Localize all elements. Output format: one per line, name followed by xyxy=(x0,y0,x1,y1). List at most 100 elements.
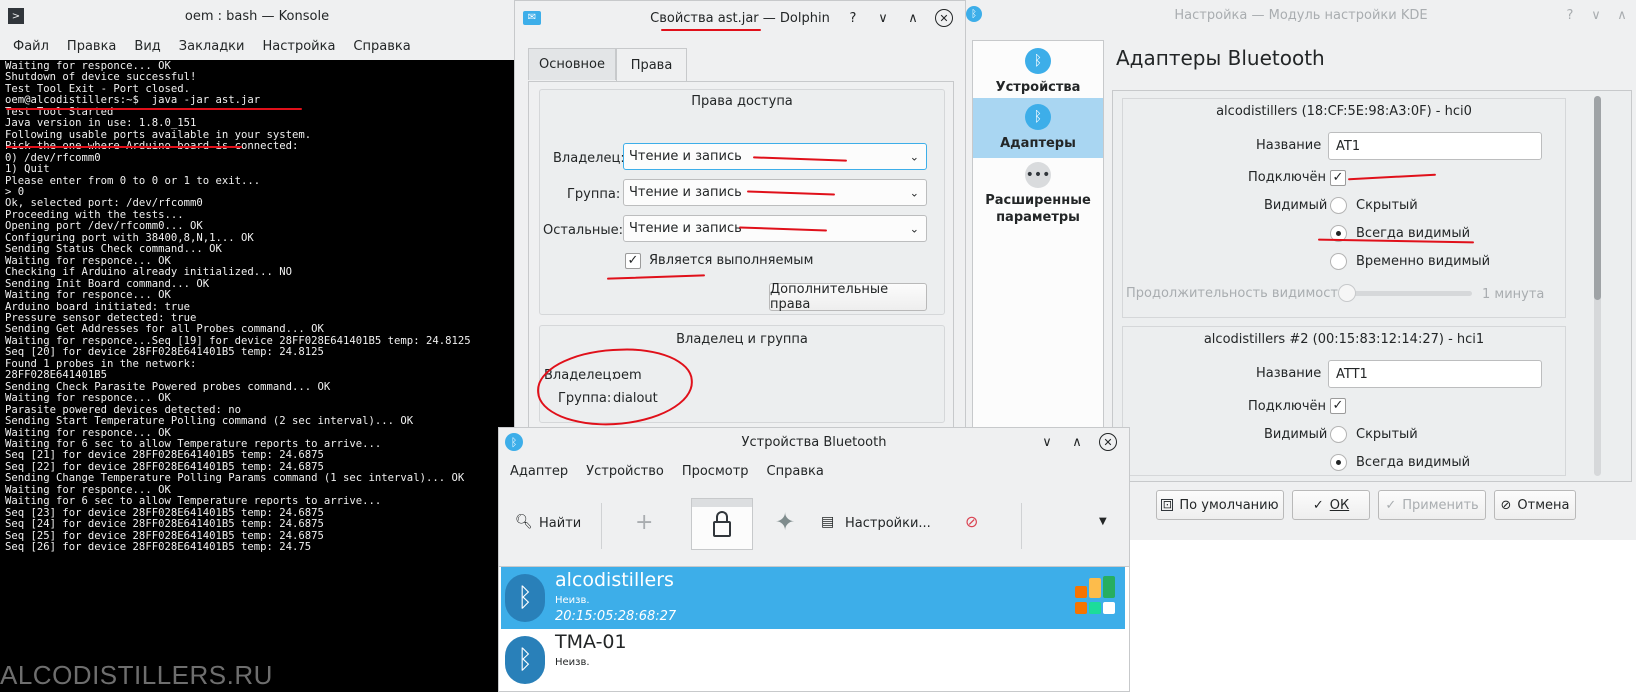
adapter1-opt-temp: Временно видимый xyxy=(1356,254,1491,269)
annotation-underline-title xyxy=(661,29,761,31)
menu-bookmarks[interactable]: Закладки xyxy=(170,39,254,54)
terminal-line: Waiting for responce... OK xyxy=(5,392,171,405)
advanced-permissions-button[interactable]: Дополнительные права xyxy=(769,282,927,312)
lock-window-icon[interactable] xyxy=(691,498,753,550)
executable-label: Является выполняемым xyxy=(649,253,814,268)
tab-general[interactable]: Основное xyxy=(528,48,616,80)
terminal-line: Waiting for responce... OK xyxy=(5,289,171,302)
adapter2-visible-label: Видимый xyxy=(1264,427,1328,442)
adapter2-radio-hidden[interactable] xyxy=(1330,426,1347,443)
adapter1-visible-label: Видимый xyxy=(1264,198,1328,213)
annotation-underline-cmd xyxy=(6,108,302,110)
find-button[interactable]: Найти xyxy=(539,516,581,531)
adapter2-opt-hidden: Скрытый xyxy=(1356,427,1418,442)
minimize-icon[interactable]: ∨ xyxy=(875,10,891,26)
bluetooth-app-icon: ᛒ xyxy=(966,6,982,22)
minimize-icon[interactable]: ∨ xyxy=(1039,434,1055,450)
chevron-down-icon: ⌄ xyxy=(909,222,919,235)
owner-label: Владелец: xyxy=(553,151,625,166)
adapter2-radio-always[interactable] xyxy=(1330,454,1347,471)
dolphin-title: Свойства ast.jar — Dolphin xyxy=(650,10,830,26)
menu-help[interactable]: Справка xyxy=(344,39,419,54)
menu-view[interactable]: Просмотр xyxy=(673,464,758,479)
terminal-output[interactable]: Waiting for responce... OK Shutdown of de… xyxy=(5,61,510,692)
group-label: Группа: xyxy=(567,187,621,202)
more-options-icon: ••• xyxy=(1025,162,1051,188)
maximize-icon[interactable]: ∧ xyxy=(1614,7,1630,23)
device-type-2: Неизв. xyxy=(555,657,590,668)
help-icon[interactable]: ? xyxy=(1562,7,1578,23)
menu-adapter[interactable]: Адаптер xyxy=(501,464,577,479)
adapter1-connected-checkbox[interactable]: ✓ xyxy=(1330,170,1346,186)
sidebar-item-devices[interactable]: Устройства xyxy=(972,80,1104,95)
dolphin-properties-window: ✉ Свойства ast.jar — Dolphin ? ∨ ∧ ✕ Осн… xyxy=(514,0,966,440)
maximize-icon[interactable]: ∧ xyxy=(905,10,921,26)
menu-view[interactable]: Вид xyxy=(125,39,169,54)
apply-button[interactable]: ✓ Применить xyxy=(1378,490,1486,520)
overflow-menu-icon[interactable]: ▼ xyxy=(1099,516,1107,527)
sidebar-item-adapters[interactable]: Адаптеры xyxy=(972,136,1104,151)
adapter1-name-label: Название xyxy=(1256,138,1322,153)
bluetooth-devices-window: ᛒ Устройства Bluetooth ∨ ∧ ✕ Адаптер Уст… xyxy=(498,427,1130,692)
bt-titlebar[interactable]: ᛒ Устройства Bluetooth ∨ ∧ ✕ xyxy=(499,428,1129,456)
close-icon[interactable]: ✕ xyxy=(1099,433,1117,451)
toolbar-separator xyxy=(601,503,602,549)
menu-device[interactable]: Устройство xyxy=(577,464,673,479)
adapter2-connected-checkbox[interactable]: ✓ xyxy=(1330,398,1346,414)
adapter2-name-input[interactable]: ATT1 xyxy=(1328,360,1542,388)
adapter1-radio-hidden[interactable] xyxy=(1330,197,1347,214)
terminal-line: Waiting for 6 sec to allow Temperature r… xyxy=(5,495,382,508)
terminal-line: 28FF028E641401B5 xyxy=(5,369,108,382)
chevron-down-icon: ⌄ xyxy=(909,186,919,199)
lock-icon xyxy=(713,521,731,537)
defaults-button[interactable]: ⊡ По умолчанию xyxy=(1156,490,1284,520)
checkmark-icon: ✓ xyxy=(1385,497,1397,513)
search-icon: 🔍︎ xyxy=(515,514,533,530)
executable-checkbox[interactable]: ✓ xyxy=(625,253,641,269)
bt-menubar: Адаптер Устройство Просмотр Справка xyxy=(499,458,1129,484)
settings-button[interactable]: Настройки... xyxy=(845,516,931,531)
cancel-button[interactable]: ⊘ Отмена xyxy=(1494,490,1576,520)
terminal-line: Java version in use: 1.8.0_151 xyxy=(5,117,197,130)
bluetooth-devices-icon: ᛒ xyxy=(1025,48,1051,74)
sidebar-item-advanced[interactable]: Расширенные параметры xyxy=(982,192,1094,226)
adapter1-name-input[interactable]: AT1 xyxy=(1328,132,1542,160)
chevron-down-icon: ⌄ xyxy=(909,150,919,163)
star-icon[interactable]: ✦ xyxy=(775,508,795,536)
adapter2-connected-label: Подключён xyxy=(1248,399,1326,414)
adapter1-radio-temp[interactable] xyxy=(1330,253,1347,270)
konsole-titlebar[interactable]: > oem : bash — Konsole xyxy=(0,0,514,32)
menu-edit[interactable]: Правка xyxy=(58,39,125,54)
owner-group-title: Владелец и группа xyxy=(676,332,808,347)
device-bluetooth-icon: ᛒ xyxy=(505,636,545,684)
device-name-2[interactable]: TMA-01 xyxy=(555,631,627,653)
menu-file[interactable]: Файл xyxy=(4,39,58,54)
others-label: Остальные: xyxy=(543,223,624,238)
adapter1-title: alcodistillers (18:CF:5E:98:A3:0F) - hci… xyxy=(1216,104,1472,119)
adapter1-duration-slider[interactable] xyxy=(1338,291,1472,296)
adapter2-title: alcodistillers #2 (00:15:83:12:14:27) - … xyxy=(1203,332,1485,347)
maximize-icon[interactable]: ∧ xyxy=(1069,434,1085,450)
menu-help[interactable]: Справка xyxy=(758,464,833,479)
minimize-icon[interactable]: ∨ xyxy=(1588,7,1604,23)
terminal-line: Seq [24] for device 28FF028E641401B5 tem… xyxy=(5,518,324,531)
ok-button[interactable]: ✓ ОК xyxy=(1292,490,1370,520)
others-permission-value: Чтение и запись xyxy=(629,221,742,236)
adapter2-opt-always: Всегда видимый xyxy=(1356,455,1471,470)
checkmark-icon: ✓ xyxy=(1312,497,1324,513)
kde-titlebar[interactable]: ᛒ Настройка — Модуль настройки KDE ? ∨ ∧ xyxy=(966,0,1636,30)
adapters-scrollbar-handle[interactable] xyxy=(1594,96,1601,300)
close-icon[interactable]: ✕ xyxy=(935,9,953,27)
group-permission-value: Чтение и запись xyxy=(629,185,742,200)
lock-shackle xyxy=(716,511,728,523)
terminal-line: 1) Quit xyxy=(5,163,50,176)
owner-permission-value: Чтение и запись xyxy=(629,149,742,164)
disconnect-icon[interactable]: ⊘ xyxy=(965,512,978,531)
adapter1-connected-label: Подключён xyxy=(1248,170,1326,185)
terminal-app-icon: > xyxy=(8,8,24,24)
help-icon[interactable]: ? xyxy=(845,10,861,26)
tab-permissions[interactable]: Права xyxy=(616,48,687,82)
adapter1-duration-slider-handle[interactable] xyxy=(1338,284,1356,302)
add-icon[interactable]: + xyxy=(635,510,653,535)
menu-settings[interactable]: Настройка xyxy=(253,39,344,54)
